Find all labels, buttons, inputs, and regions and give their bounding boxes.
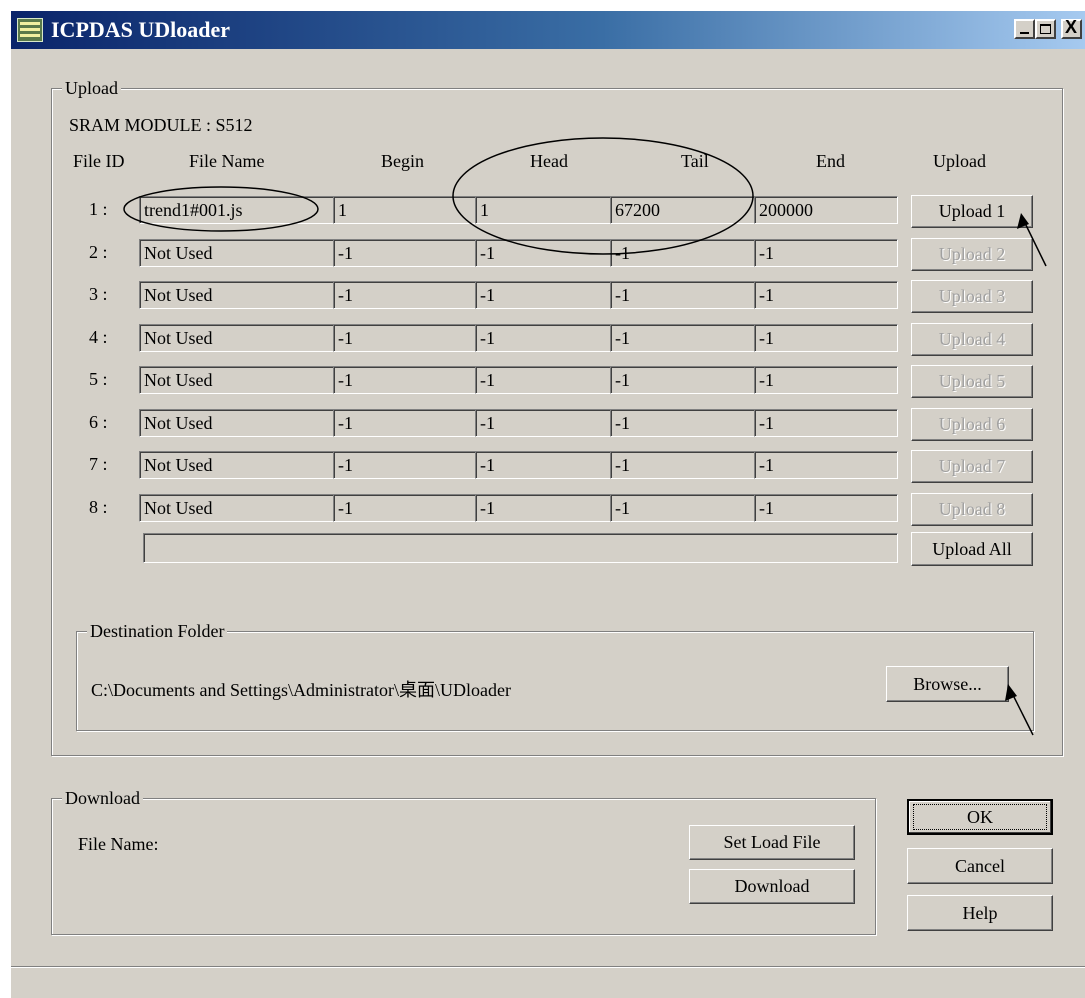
upload-legend: Upload [62,77,121,99]
tail-field: -1 [610,324,755,352]
end-field: -1 [754,239,898,267]
header-tail: Tail [681,151,709,171]
header-head: Head [530,151,568,171]
window-title: ICPDAS UDloader [51,17,231,42]
head-field: -1 [475,494,611,522]
end-field: -1 [754,366,898,394]
tail-field: -1 [610,451,755,479]
head-field: -1 [475,324,611,352]
file-name-field: Not Used [139,324,334,352]
header-upload: Upload [933,151,986,171]
file-name-field: Not Used [139,366,334,394]
upload-5-button[interactable]: Upload 5 [911,365,1033,398]
header-begin: Begin [381,151,424,171]
file-id-label: 4 : [89,327,108,347]
tail-field: 67200 [610,196,755,224]
download-group: Download [51,787,876,935]
tail-field: -1 [610,409,755,437]
upload-8-button[interactable]: Upload 8 [911,493,1033,526]
cancel-button[interactable]: Cancel [907,848,1053,884]
end-field: -1 [754,324,898,352]
header-end: End [816,151,845,171]
file-name-field: trend1#001.js [139,196,334,224]
head-field: -1 [475,366,611,394]
destination-path: C:\Documents and Settings\Administrator\… [91,680,511,700]
begin-field: -1 [333,366,476,394]
file-name-label: File Name: [78,834,159,854]
file-name-field: Not Used [139,409,334,437]
file-id-label: 6 : [89,412,108,432]
tail-field: -1 [610,239,755,267]
download-button[interactable]: Download [689,869,855,904]
file-name-field: Not Used [139,281,334,309]
begin-field: -1 [333,239,476,267]
begin-field: -1 [333,451,476,479]
upload-7-button[interactable]: Upload 7 [911,450,1033,483]
upload-progress-bar [143,533,898,563]
head-field: -1 [475,281,611,309]
file-id-label: 3 : [89,284,108,304]
head-field: -1 [475,451,611,479]
upload-1-button[interactable]: Upload 1 [911,195,1033,228]
begin-field: -1 [333,281,476,309]
file-name-field: Not Used [139,239,334,267]
upload-3-button[interactable]: Upload 3 [911,280,1033,313]
file-id-label: 7 : [89,454,108,474]
end-field: 200000 [754,196,898,224]
module-label: SRAM MODULE : S512 [69,115,253,135]
file-name-field: Not Used [139,451,334,479]
begin-field: -1 [333,409,476,437]
file-id-label: 2 : [89,242,108,262]
maximize-icon[interactable] [1035,19,1056,39]
file-id-label: 5 : [89,369,108,389]
destination-legend: Destination Folder [87,620,228,642]
udloader-window: ICPDAS UDloader X Upload SRAM MODULE : S… [10,10,1085,998]
head-field: -1 [475,409,611,437]
close-icon[interactable]: X [1061,17,1082,39]
end-field: -1 [754,409,898,437]
ok-button[interactable]: OK [907,799,1053,835]
upload-2-button[interactable]: Upload 2 [911,238,1033,271]
tail-field: -1 [610,494,755,522]
download-legend: Download [62,787,143,809]
file-id-label: 8 : [89,497,108,517]
head-field: -1 [475,239,611,267]
end-field: -1 [754,281,898,309]
focus-rect [913,804,1047,830]
tail-field: -1 [610,281,755,309]
begin-field: -1 [333,494,476,522]
app-icon [17,18,43,42]
head-field: 1 [475,196,611,224]
header-file-name: File Name [189,151,265,171]
minimize-icon[interactable] [1014,19,1035,39]
end-field: -1 [754,451,898,479]
begin-field: -1 [333,324,476,352]
header-file-id: File ID [73,151,125,171]
upload-4-button[interactable]: Upload 4 [911,323,1033,356]
file-name-field: Not Used [139,494,334,522]
begin-field: 1 [333,196,476,224]
set-load-file-button[interactable]: Set Load File [689,825,855,860]
end-field: -1 [754,494,898,522]
tail-field: -1 [610,366,755,394]
title-bar[interactable]: ICPDAS UDloader X [11,11,1085,49]
status-bar [11,966,1085,998]
help-button[interactable]: Help [907,895,1053,931]
upload-all-button[interactable]: Upload All [911,532,1033,566]
upload-6-button[interactable]: Upload 6 [911,408,1033,441]
file-id-label: 1 : [89,199,108,219]
browse-button[interactable]: Browse... [886,666,1009,702]
